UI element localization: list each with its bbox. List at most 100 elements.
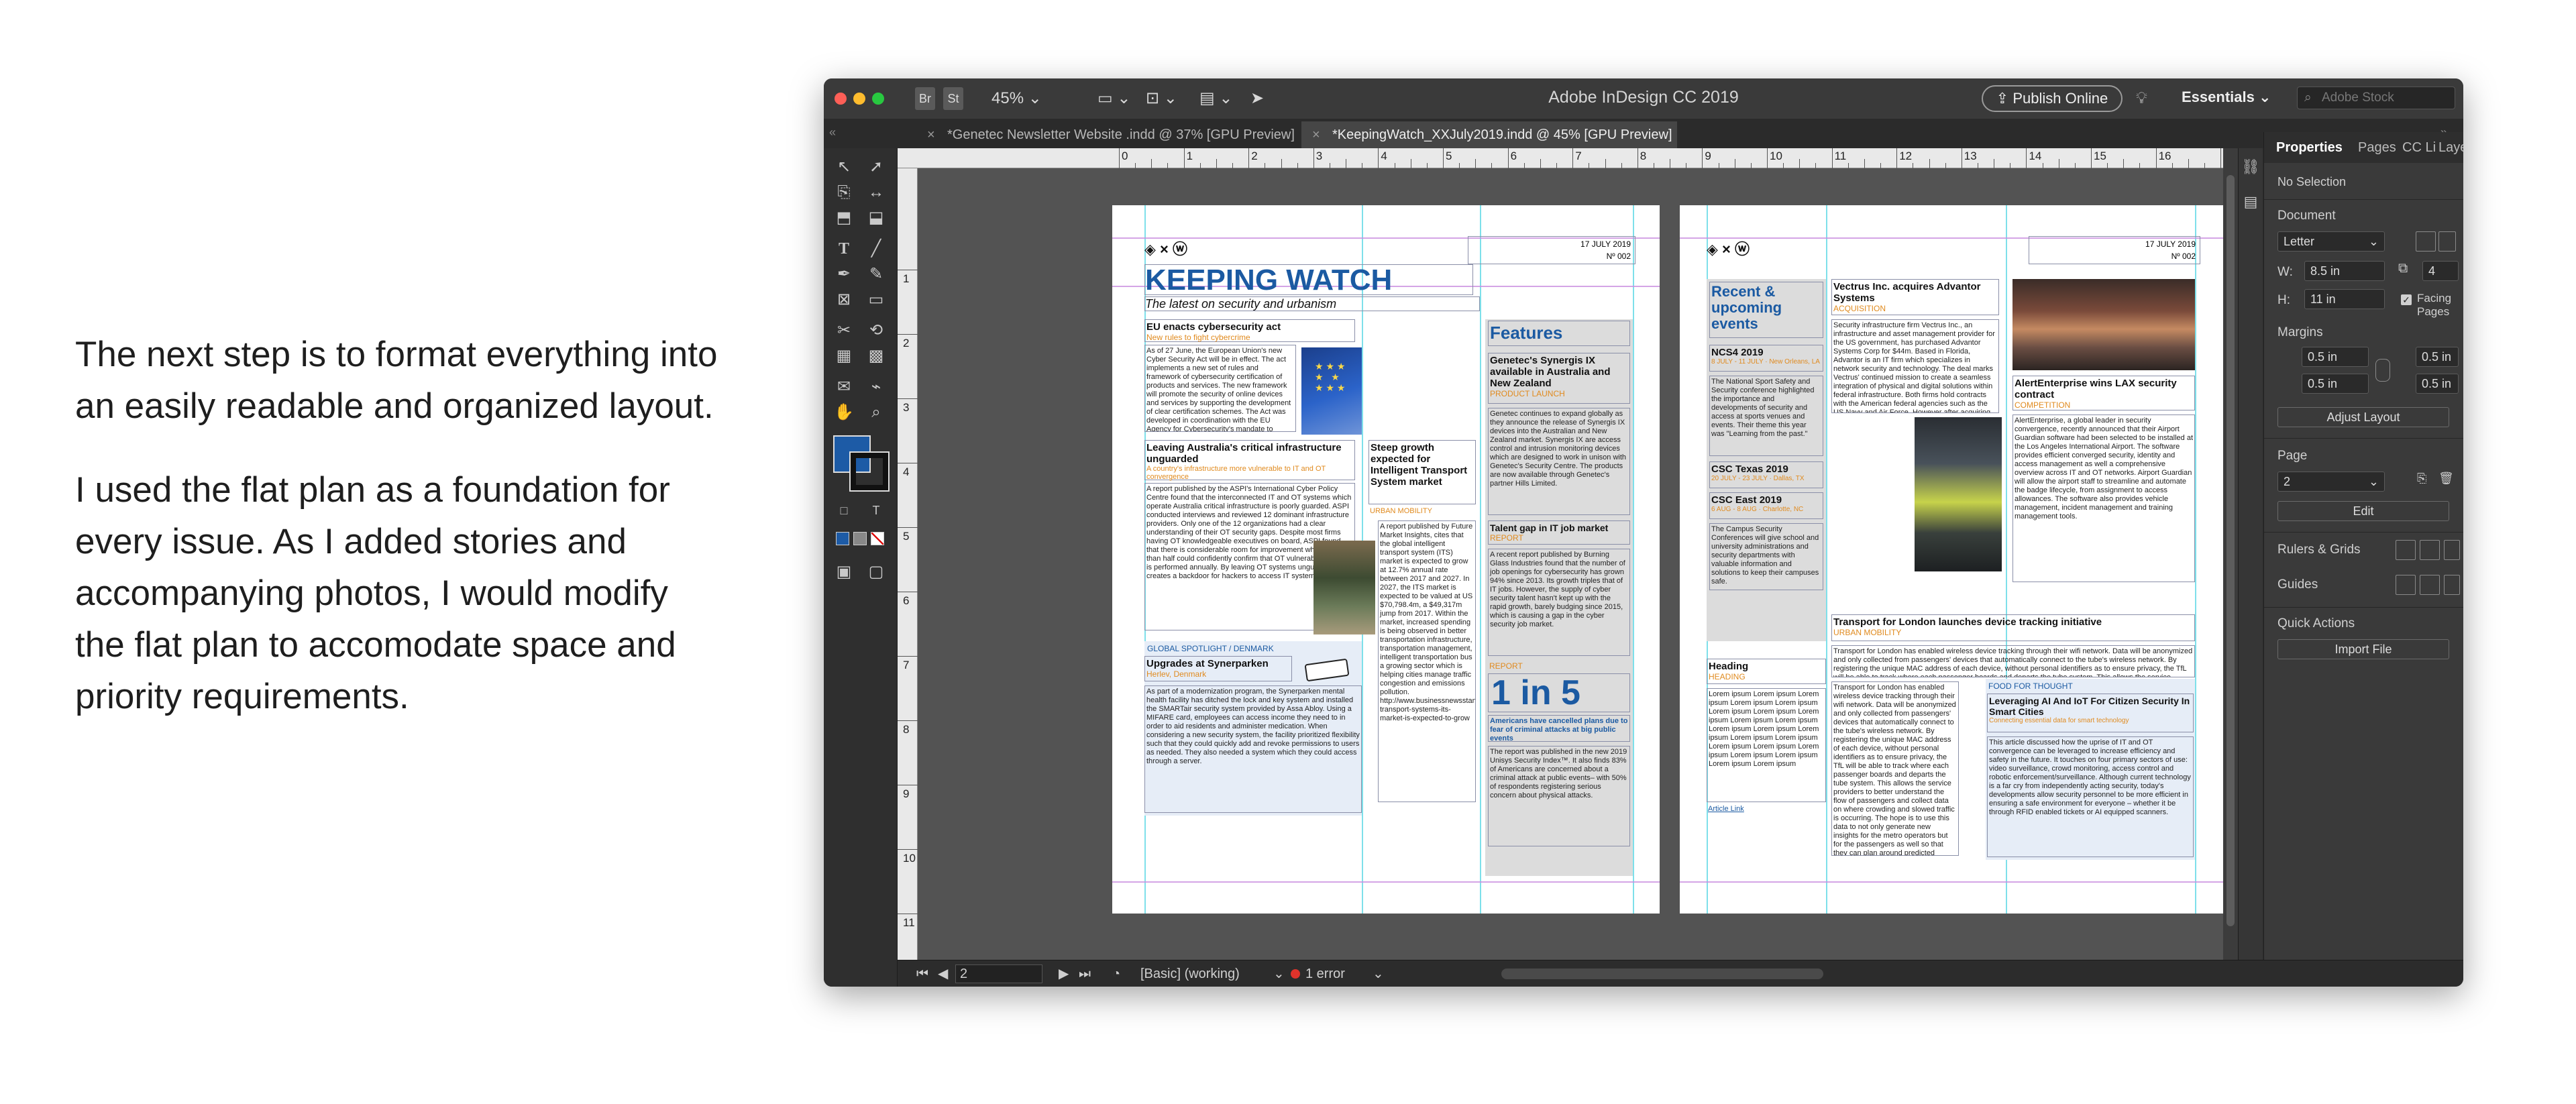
new-page-icon[interactable]: ⎘ (2417, 472, 2437, 492)
article-vectrus-body-top[interactable]: Security infrastructure firm Vectrus Inc… (1831, 319, 1999, 413)
feature-stat-body[interactable]: The report was published in the new 2019… (1488, 746, 1630, 846)
baseline-grid-icon[interactable] (2420, 540, 2440, 560)
feature-stat-number[interactable]: 1 in 5 (1488, 673, 1630, 712)
scissors-tool-icon[interactable]: ✂ (830, 317, 857, 344)
article-alert-frame[interactable]: AlertEnterprise wins LAX security contra… (2012, 376, 2195, 410)
apply-none-icon[interactable] (871, 532, 884, 545)
next-page-icon[interactable]: ▶ (1059, 960, 1069, 987)
feature-stat-subhead[interactable]: Americans have cancelled plans due to fe… (1488, 715, 1630, 742)
horizontal-scroll-thumb[interactable] (1501, 969, 1823, 979)
eu-flag-photo[interactable]: ★ ★ ★ ★ ★ ★ ★ ★ (1301, 347, 1362, 435)
page-number-field[interactable]: 2 (955, 964, 1042, 983)
document-grid-icon[interactable] (2444, 540, 2460, 560)
link-margins-icon[interactable] (2375, 359, 2390, 382)
collapse-left-icon[interactable]: « (829, 125, 836, 140)
rectangle-tool-icon[interactable]: ▭ (863, 286, 890, 313)
access-card-illustration[interactable] (1301, 656, 1355, 683)
article-eu-body[interactable]: As of 27 June, the European Union's new … (1144, 345, 1296, 432)
free-transform-tool-icon[interactable]: ⟲ (863, 317, 890, 344)
error-count[interactable]: 1 error (1305, 960, 1345, 987)
event-ncs4-frame[interactable]: NCS4 2019 8 JULY - 11 JULY · New Orleans… (1709, 345, 1823, 372)
page-select[interactable]: 2 ⌄ (2277, 472, 2385, 492)
previous-page-icon[interactable]: ◀ (938, 960, 948, 987)
article-tfl-frame[interactable]: Transport for London launches device tra… (1831, 614, 2195, 641)
gradient-swatch-tool-icon[interactable]: ▦ (830, 343, 857, 370)
last-page-icon[interactable]: ⏭ (1079, 960, 1091, 987)
article-vectrus-frame[interactable]: Vectrus Inc. acquires Advantor Systems A… (1831, 279, 1999, 315)
page-tool-icon[interactable]: ⎘ (830, 179, 857, 206)
lock-guides-icon[interactable] (2444, 575, 2460, 595)
date-frame[interactable]: 17 JULY 2019 Nº 002 (1468, 236, 1635, 264)
apply-color-icon[interactable] (836, 532, 849, 545)
article-tfl-body-top[interactable]: Transport for London has enabled wireles… (1831, 645, 2195, 677)
pasteboard[interactable]: ◈ × ⓦ 17 JULY 2019 Nº 002 KEEPING WATCH … (918, 168, 2227, 960)
links-icon[interactable]: ⛓ (2237, 154, 2264, 180)
page-count-field[interactable]: 4 (2422, 261, 2459, 281)
selection-tool-icon[interactable]: ↖ (830, 154, 857, 180)
article-eu-frame[interactable]: EU enacts cybersecurity act New rules to… (1144, 319, 1355, 342)
food-for-thought-body[interactable]: This article discussed how the uprise of… (1987, 736, 2194, 857)
chevron-down-icon[interactable]: ⌄ (1373, 960, 1384, 987)
type-tool-icon[interactable]: T (830, 235, 857, 262)
tab-keepingwatch[interactable]: × *KeepingWatch_XXJuly2019.indd @ 45% [G… (1301, 121, 1677, 148)
portrait-orientation-icon[interactable] (2416, 231, 2436, 252)
rectangle-frame-tool-icon[interactable]: ⊠ (830, 286, 857, 313)
right-page[interactable]: ◈ × ⓦ 17 JULY 2019 Nº 002 Recent & upcom… (1680, 205, 2227, 914)
hand-tool-icon[interactable]: ✋ (830, 399, 857, 426)
feature-synergis-body[interactable]: Genetec continues to expand globally as … (1488, 408, 1630, 515)
style-status[interactable]: [Basic] (working) (1140, 960, 1240, 987)
article-alert-body[interactable]: AlertEnterprise, a global leader in secu… (2012, 415, 2195, 582)
spotlight-title-frame[interactable]: Upgrades at Synerparken Herlev, Denmark (1144, 656, 1292, 681)
pencil-tool-icon[interactable]: ✎ (863, 261, 890, 288)
apply-gradient-icon[interactable] (853, 532, 867, 545)
vectrus-photo[interactable] (1915, 417, 2002, 571)
feature-synergis-frame[interactable]: Genetec's Synergis IX available in Austr… (1488, 353, 1630, 404)
event-csc-east-frame[interactable]: CSC East 2019 6 AUG - 8 AUG · Charlotte,… (1709, 492, 1823, 519)
lightbulb-icon[interactable]: 💡︎ (2136, 87, 2147, 110)
stroke-swatch[interactable] (849, 451, 890, 492)
edit-page-button[interactable]: Edit (2277, 501, 2449, 521)
formatting-container-icon[interactable]: □ (830, 497, 857, 524)
article-link[interactable]: Article Link (1708, 805, 1744, 813)
pen-tool-icon[interactable]: ✒ (830, 261, 857, 288)
margin-right-field[interactable]: 0.5 in (2416, 374, 2459, 394)
landscape-orientation-icon[interactable] (2438, 231, 2456, 252)
transport-photo[interactable] (1313, 541, 1375, 634)
zoom-tool-icon[interactable]: ⌕ (863, 399, 890, 426)
heading-placeholder-frame[interactable]: Heading HEADING (1707, 659, 1826, 684)
delete-page-icon[interactable]: 🗑︎ (2438, 472, 2459, 492)
left-page[interactable]: ◈ × ⓦ 17 JULY 2019 Nº 002 KEEPING WATCH … (1112, 205, 1660, 914)
article-tfl-body[interactable]: Transport for London has enabled wireles… (1831, 681, 1959, 856)
feature-talent-body[interactable]: A recent report published by Burning Gla… (1488, 549, 1630, 656)
tab-layers[interactable]: Layer (2438, 140, 2463, 156)
facing-pages-checkbox[interactable]: ✓ (2401, 294, 2412, 305)
article-its-body[interactable]: A report published by Future Market Insi… (1378, 520, 1476, 802)
food-for-thought-title-frame[interactable]: Leveraging AI And IoT For Citizen Securi… (1987, 694, 2194, 732)
note-tool-icon[interactable]: ✉ (830, 374, 857, 400)
rulers-icon[interactable] (2396, 540, 2416, 560)
features-title[interactable]: Features (1488, 321, 1630, 346)
date-frame[interactable]: 17 JULY 2019 Nº 002 (2029, 236, 2200, 264)
first-page-icon[interactable]: ⏮ (916, 960, 928, 987)
margin-bottom-field[interactable]: 0.5 in (2302, 374, 2369, 394)
show-guides-icon[interactable] (2396, 575, 2416, 595)
tab-pages[interactable]: Pages (2358, 140, 2396, 156)
masthead-tagline[interactable]: The latest on security and urbanism (1144, 296, 1480, 311)
margin-top-field[interactable]: 0.5 in (2302, 347, 2369, 367)
horizontal-ruler[interactable]: 01234567891011121314151617 (898, 148, 2270, 168)
tab-genetec-newsletter[interactable]: × *Genetec Newsletter Website .indd @ 37… (916, 121, 1301, 148)
vertical-scrollbar[interactable] (2223, 148, 2238, 960)
normal-view-icon[interactable]: ▣ (830, 559, 857, 586)
adjust-layout-button[interactable]: Adjust Layout (2277, 407, 2449, 427)
event-csc-east-body[interactable]: The Campus Security Conferences will giv… (1709, 523, 1823, 590)
width-field[interactable]: 8.5 in (2304, 261, 2385, 281)
event-ncs4-body[interactable]: The National Sport Safety and Security c… (1709, 376, 1823, 456)
publish-online-button[interactable]: ⇪ Publish Online (1982, 85, 2123, 112)
lax-airport-photo[interactable] (2012, 279, 2195, 370)
cc-libraries-icon[interactable]: ▤ (2237, 188, 2264, 215)
formatting-text-icon[interactable]: T (863, 497, 890, 524)
tab-cc-libraries[interactable]: CC Li (2402, 140, 2436, 156)
tab-properties[interactable]: Properties (2276, 140, 2343, 156)
smart-guides-icon[interactable] (2420, 575, 2440, 595)
spotlight-body[interactable]: As part of a modernization program, the … (1144, 685, 1362, 813)
